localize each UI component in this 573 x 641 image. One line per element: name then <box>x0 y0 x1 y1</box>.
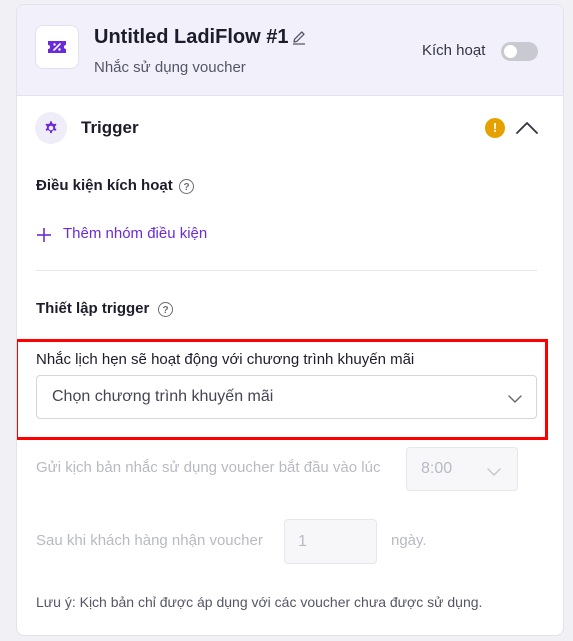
help-icon[interactable]: ? <box>179 179 194 194</box>
trigger-title: Trigger <box>81 118 139 137</box>
start-time-select[interactable]: 8:00 <box>406 447 518 491</box>
gear-icon <box>35 112 67 144</box>
toggle-knob <box>504 45 517 58</box>
warning-icon: ! <box>485 118 505 138</box>
flow-title: Untitled LadiFlow #1 <box>94 26 289 48</box>
promotion-select[interactable]: Chọn chương trình khuyến mãi <box>36 375 537 419</box>
promotion-label: Nhắc lịch hẹn sẽ hoạt động với chương tr… <box>36 351 415 368</box>
promotion-select-placeholder: Chọn chương trình khuyến mãi <box>52 388 274 405</box>
flow-header: Untitled LadiFlow #1 Nhắc sử dụng vouche… <box>17 5 563 96</box>
days-input-value: 1 <box>298 533 307 550</box>
trigger-setup-label: Thiết lập trigger <box>36 300 150 317</box>
divider <box>36 270 537 271</box>
conditions-label: Điều kiện kích hoạt <box>36 177 173 194</box>
activate-label: Kích hoạt <box>422 42 486 59</box>
flow-subtitle: Nhắc sử dụng voucher <box>94 59 246 76</box>
add-condition-group-label: Thêm nhóm điều kiện <box>63 225 208 242</box>
after-receive-label: Sau khi khách hàng nhận voucher <box>36 532 263 549</box>
note-text: Lưu ý: Kịch bản chỉ được áp dụng với các… <box>36 594 483 610</box>
activate-toggle[interactable] <box>501 42 538 61</box>
chevron-down-icon <box>487 464 501 482</box>
days-unit-label: ngày. <box>391 532 427 549</box>
start-time-value: 8:00 <box>421 460 453 477</box>
start-time-label: Gửi kịch bản nhắc sử dụng voucher bắt đầ… <box>36 459 381 476</box>
help-icon[interactable]: ? <box>158 302 173 317</box>
days-input[interactable]: 1 <box>284 519 377 564</box>
plus-icon <box>36 227 52 248</box>
chevron-up-icon[interactable] <box>515 119 539 140</box>
pencil-icon[interactable] <box>291 29 307 50</box>
flow-card: Untitled LadiFlow #1 Nhắc sử dụng vouche… <box>16 4 564 636</box>
ticket-percent-icon <box>35 25 79 69</box>
chevron-down-icon <box>508 391 522 409</box>
